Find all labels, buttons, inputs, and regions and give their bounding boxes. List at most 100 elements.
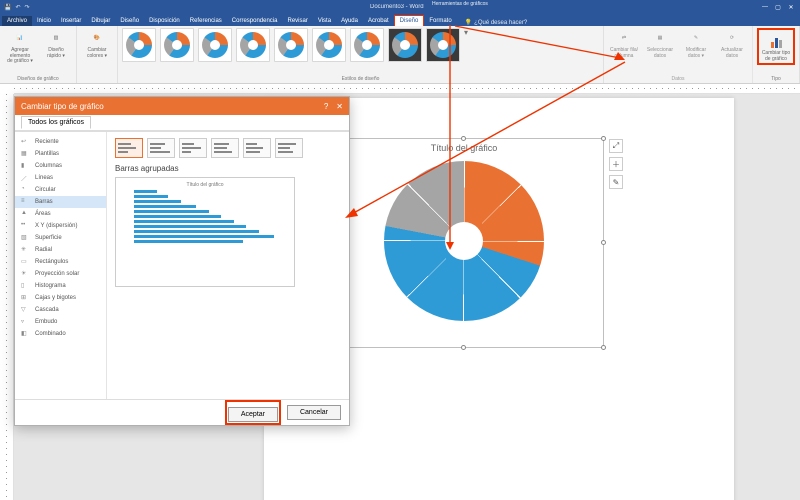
dialog-tab-all[interactable]: Todos los gráficos [21,116,91,129]
layout-options-icon[interactable]: ⤢ [609,139,623,153]
category-icon: ▲ [21,210,31,218]
chart-category-item[interactable]: ≡Barras [15,196,106,208]
accept-button[interactable]: Aceptar [228,407,278,422]
subtype-preview[interactable]: Título del gráfico [115,177,295,287]
tell-me-search[interactable]: 💡 ¿Qué desea hacer? [465,19,528,26]
chart-category-item[interactable]: ☀Proyección solar [15,268,106,280]
sunburst-chart[interactable] [384,161,544,321]
save-icon[interactable]: 💾 [4,4,11,11]
category-icon: ▮ [21,162,31,170]
category-icon: ≡ [21,198,31,206]
chart-category-item[interactable]: ⊞Cajas y bigotes [15,292,106,304]
minimize-icon[interactable]: — [760,4,770,11]
tab-ayuda[interactable]: Ayuda [336,16,363,26]
style-thumb[interactable] [160,28,194,62]
add-chart-element-button[interactable]: 📊 Agregar elementode gráfico ▾ [4,28,36,65]
quick-access-toolbar: 💾 ↶ ↷ [0,4,34,11]
style-thumb[interactable] [426,28,460,62]
tab-chart-design[interactable]: Diseño [394,15,425,26]
group-type: Cambiar tipode gráfico Tipo [753,26,800,83]
tab-chart-format[interactable]: Formato [424,16,456,26]
chart-category-item[interactable]: ◧Combinado [15,328,106,340]
chart-category-item[interactable]: ↩Reciente [15,136,106,148]
tab-correspondencia[interactable]: Correspondencia [227,16,283,26]
chart-float-buttons: ⤢ ＋ ✎ [609,139,623,189]
undo-icon[interactable]: ↶ [15,4,20,11]
change-colors-button[interactable]: 🎨 Cambiarcolores ▾ [81,28,113,59]
dialog-title: Cambiar tipo de gráfico [21,102,104,111]
tab-diseno-p[interactable]: Diseño [115,16,144,26]
tab-revisar[interactable]: Revisar [282,16,312,26]
tab-disposicion[interactable]: Disposición [144,16,185,26]
group-colors: 🎨 Cambiarcolores ▾ [77,26,118,83]
style-thumb[interactable] [236,28,270,62]
quick-layout-button[interactable]: ▥ Diseñorápido ▾ [40,28,72,59]
chart-category-item[interactable]: ◔Circular [15,184,106,196]
chart-category-item[interactable]: ▭Rectángulos [15,256,106,268]
subtype-thumb[interactable] [243,138,271,158]
chart-category-item[interactable]: ••X Y (dispersión) [15,220,106,232]
chart-category-item[interactable]: ▽Cascada [15,304,106,316]
chart-title[interactable]: Título del gráfico [325,139,603,153]
edit-data-button[interactable]: ✎Modificardatos ▾ [680,28,712,59]
subtype-thumb[interactable] [179,138,207,158]
chart-category-item[interactable]: ▮Columnas [15,160,106,172]
chart-elements-icon[interactable]: ＋ [609,157,623,171]
chart-category-item[interactable]: ▦Plantillas [15,148,106,160]
subtype-thumb[interactable] [211,138,239,158]
maximize-icon[interactable]: ▢ [773,4,783,11]
style-thumb[interactable] [122,28,156,62]
context-tool-label: Herramientas de gráficos [426,0,494,8]
chart-category-item[interactable]: ▯Histograma [15,280,106,292]
dialog-titlebar[interactable]: Cambiar tipo de gráfico ? ✕ [15,97,349,115]
subtype-thumb[interactable] [147,138,175,158]
ribbon: 📊 Agregar elementode gráfico ▾ ▥ Diseñor… [0,26,800,84]
style-thumb[interactable] [312,28,346,62]
change-chart-type-button[interactable]: Cambiar tipode gráfico [760,31,792,62]
style-gallery[interactable]: ▾ [122,28,599,68]
style-thumb[interactable] [388,28,422,62]
subtype-thumb[interactable] [115,138,143,158]
annotation-highlight: Cambiar tipode gráfico [757,28,795,65]
category-icon: ▯ [21,282,31,290]
change-chart-type-dialog: Cambiar tipo de gráfico ? ✕ Todos los gr… [14,96,350,426]
select-data-button[interactable]: ▦Seleccionardatos [644,28,676,59]
edit-data-icon: ✎ [686,28,706,48]
tab-vista[interactable]: Vista [313,16,336,26]
chart-category-item[interactable]: ✳Radial [15,244,106,256]
close-icon[interactable]: ✕ [786,4,796,11]
chart-object[interactable]: Título del gráfico ⤢ ＋ ✎ [324,138,604,348]
style-thumb[interactable] [198,28,232,62]
dialog-help-icon[interactable]: ? [324,102,328,111]
subtype-thumb[interactable] [275,138,303,158]
chart-category-item[interactable]: ▿Embudo [15,316,106,328]
titlebar: 💾 ↶ ↷ Documento3 - Word — ▢ ✕ [0,0,800,14]
category-icon: ▽ [21,306,31,314]
switch-row-col-button[interactable]: ⇄Cambiar fila/columna [608,28,640,59]
chart-category-item[interactable]: ▧Superficie [15,232,106,244]
tab-file[interactable]: Archivo [2,16,32,26]
style-thumb[interactable] [350,28,384,62]
tab-inicio[interactable]: Inicio [32,16,56,26]
category-icon: •• [21,222,31,230]
tab-dibujar[interactable]: Dibujar [86,16,115,26]
redo-icon[interactable]: ↷ [25,4,30,11]
vertical-ruler[interactable] [0,94,14,500]
subtype-title: Barras agrupadas [115,164,341,173]
cancel-button[interactable]: Cancelar [287,405,341,420]
chart-category-item[interactable]: ／Líneas [15,172,106,184]
gallery-more-icon[interactable]: ▾ [464,28,468,37]
tab-insertar[interactable]: Insertar [56,16,86,26]
tab-referencias[interactable]: Referencias [185,16,227,26]
chart-styles-icon[interactable]: ✎ [609,175,623,189]
chart-category-item[interactable]: ▲Áreas [15,208,106,220]
refresh-data-button[interactable]: ⟳Actualizardatos [716,28,748,59]
category-icon: ▭ [21,258,31,266]
dialog-close-icon[interactable]: ✕ [336,102,343,111]
group-data: ⇄Cambiar fila/columna ▦Seleccionardatos … [604,26,753,83]
tab-acrobat[interactable]: Acrobat [363,16,394,26]
style-thumb[interactable] [274,28,308,62]
annotation-highlight: Aceptar [225,400,281,425]
quick-layout-icon: ▥ [46,28,66,48]
horizontal-ruler[interactable] [14,84,800,94]
